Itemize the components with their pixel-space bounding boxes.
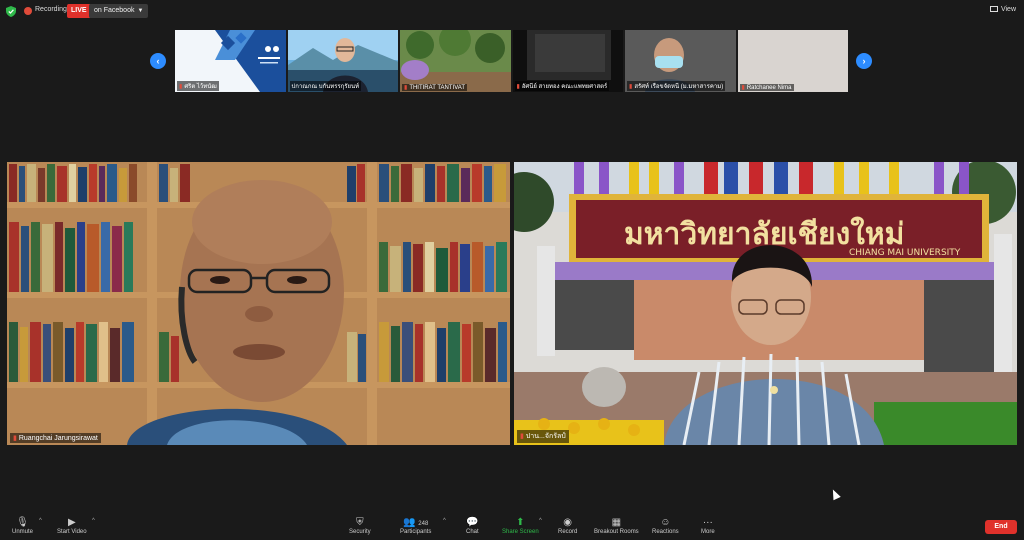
university-sign-english: CHIANG MAI UNIVERSITY: [849, 248, 961, 258]
participants-count: 248: [418, 521, 429, 527]
participant-name: ▮ Ruangchai Jarungsirawat: [10, 433, 101, 443]
shield-icon[interactable]: [6, 6, 16, 17]
start-video-button[interactable]: ▶ Start Video: [57, 517, 87, 535]
people-icon: 👥: [403, 517, 416, 528]
recording-label[interactable]: Recording: [35, 6, 67, 13]
participant-tile[interactable]: ▮ อัศนีย์ สายทอง คณะแพทยศาสตร์: [512, 30, 623, 92]
participant-tile[interactable]: ▮ THITIRAT TANTIVAT: [400, 30, 511, 92]
chat-label: Chat: [466, 529, 479, 535]
view-icon: [989, 6, 998, 13]
record-label: Record: [558, 529, 578, 535]
mic-muted-icon: ▮: [629, 84, 633, 90]
security-button[interactable]: ⛨ Security: [349, 517, 371, 535]
share-screen-label: Share Screen: [502, 529, 539, 535]
participant-strip: ▮ ศริต ไว้ทนัฒ ปกาณกณ บกันทรรกุรัยนท์ ▮ TH…: [175, 30, 848, 92]
next-page-button[interactable]: ›: [856, 53, 872, 69]
participants-button[interactable]: 👥 248 Participants: [400, 517, 431, 535]
smiley-icon: ☺: [660, 517, 671, 528]
ellipsis-icon: ···: [702, 517, 713, 528]
participant-tile[interactable]: ปกาณกณ บกันทรรกุรัยนท์: [287, 30, 398, 92]
university-background-video: มหาวิทยาลัยเชียงใหม่ CHIANG MAI UNIVERSI…: [514, 162, 1017, 445]
participants-icon-row: 👥 248: [400, 517, 431, 529]
participant-name: ▮ ปาน...จักรัลป์: [517, 430, 569, 443]
grid-icon: ▦: [611, 517, 622, 528]
participants-options-chevron-icon[interactable]: ^: [443, 518, 446, 524]
end-meeting-button[interactable]: End: [985, 520, 1017, 534]
video-options-chevron-icon[interactable]: ^: [92, 518, 95, 524]
video-tile-speaker[interactable]: ▮ Ruangchai Jarungsirawat: [7, 162, 510, 445]
security-label: Security: [349, 529, 371, 535]
more-button[interactable]: ··· More: [701, 517, 715, 535]
chevron-right-icon: ›: [862, 56, 866, 66]
shield-icon: ⛨: [356, 517, 364, 528]
video-off-icon: ▶: [67, 517, 76, 528]
record-icon: ◉: [563, 517, 573, 528]
mic-muted-icon: ▮: [179, 84, 183, 90]
facebook-live-dropdown[interactable]: on Facebook ▼: [89, 4, 149, 18]
participant-tile[interactable]: ▮ สรัศท์ เรือขจัดหนี (ม.มหาสารคาม): [625, 30, 736, 92]
top-bar: Recording LIVE on Facebook ▼ View: [0, 0, 1024, 22]
live-badge[interactable]: LIVE: [67, 4, 91, 18]
reactions-button[interactable]: ☺ Reactions: [652, 517, 679, 535]
share-screen-icon: ⬆: [516, 517, 525, 528]
breakout-rooms-label: Breakout Rooms: [594, 529, 639, 535]
reactions-label: Reactions: [652, 529, 679, 535]
recording-dot-icon: [24, 7, 32, 15]
mic-muted-icon: ▮: [404, 85, 408, 91]
prev-page-button[interactable]: ‹: [150, 53, 166, 69]
unmute-button[interactable]: 🎙 Unmute: [12, 517, 33, 535]
participant-tile[interactable]: ▮ Ratchanee Nima: [737, 30, 848, 92]
more-label: More: [701, 529, 715, 535]
participant-name: ▮ อัศนีย์ สายทอง คณะแพทยศาสตร์: [514, 81, 610, 91]
bookshelf-video: [7, 162, 510, 445]
start-video-label: Start Video: [57, 529, 87, 535]
view-label: View: [1000, 6, 1016, 13]
view-button[interactable]: View: [989, 6, 1016, 13]
mic-muted-icon: 🎙: [16, 517, 29, 528]
video-tile-participant[interactable]: มหาวิทยาลัยเชียงใหม่ CHIANG MAI UNIVERSI…: [514, 162, 1017, 445]
participant-name: ▮ THITIRAT TANTIVAT: [402, 84, 467, 91]
meeting-toolbar: 🎙 Unmute ^ ▶ Start Video ^ ⛨ Security 👥 …: [0, 512, 1024, 540]
mic-muted-icon: ▮: [13, 435, 17, 442]
share-screen-button[interactable]: ⬆ Share Screen: [502, 517, 539, 535]
facebook-live-label: on Facebook: [94, 7, 135, 14]
video-thumbnail: [400, 30, 511, 92]
chat-icon: 💬: [466, 517, 479, 528]
share-options-chevron-icon[interactable]: ^: [539, 518, 542, 524]
participant-name: ▮ Ratchanee Nima: [739, 84, 794, 91]
participant-name: ▮ สรัศท์ เรือขจัดหนี (ม.มหาสารคาม): [627, 81, 726, 91]
mouse-cursor-icon: [829, 487, 841, 501]
participants-label: Participants: [400, 529, 432, 535]
breakout-rooms-button[interactable]: ▦ Breakout Rooms: [594, 517, 639, 535]
mic-muted-icon: ▮: [516, 84, 520, 90]
mic-muted-icon: ▮: [520, 433, 524, 440]
chevron-down-icon: ▼: [137, 8, 144, 14]
audio-options-chevron-icon[interactable]: ^: [39, 518, 42, 524]
participant-tile[interactable]: ▮ ศริต ไว้ทนัฒ: [175, 30, 286, 92]
participant-name: ปกาณกณ บกันทรรกุรัยนท์: [289, 81, 362, 91]
participant-name: ▮ ศริต ไว้ทนัฒ: [177, 81, 219, 91]
mic-muted-icon: ▮: [741, 85, 745, 91]
chat-button[interactable]: 💬 Chat: [466, 517, 479, 535]
unmute-label: Unmute: [12, 529, 34, 535]
record-button[interactable]: ◉ Record: [558, 517, 577, 535]
chevron-left-icon: ‹: [156, 56, 160, 66]
